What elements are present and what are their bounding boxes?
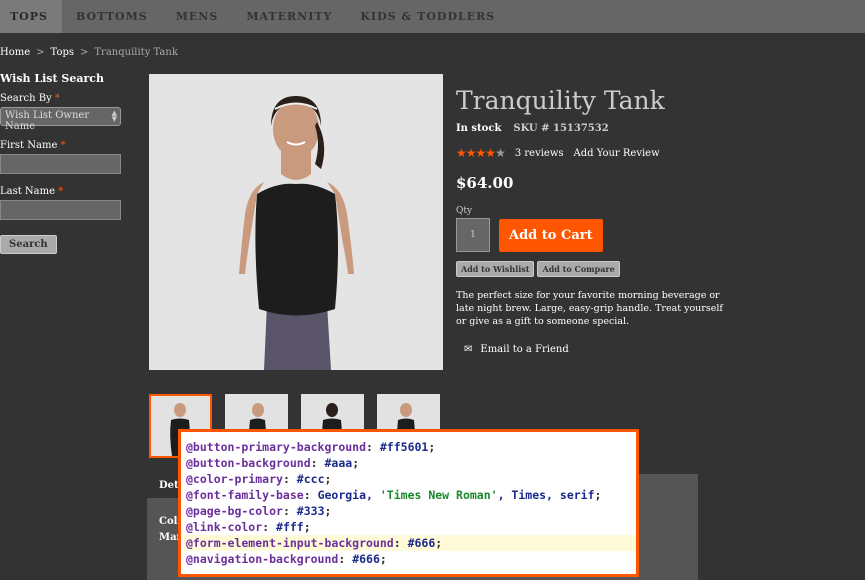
- nav-item-maternity[interactable]: MATERNITY: [232, 0, 346, 33]
- breadcrumb-separator: >: [80, 47, 89, 58]
- star-icon: ★: [456, 146, 467, 160]
- product-sku: SKU # 15137532: [513, 123, 609, 134]
- code-line: @link-color: #fff;: [186, 520, 311, 534]
- last-name-label: Last Name *: [0, 186, 64, 197]
- wishlist-search-sidebar: Wish List Search Search By * Wish List O…: [0, 72, 125, 254]
- search-button[interactable]: Search: [0, 235, 57, 254]
- nav-item-tops[interactable]: TOPS: [0, 0, 62, 33]
- email-friend-label: Email to a Friend: [480, 344, 569, 355]
- star-icon: ★: [485, 146, 496, 160]
- code-line: @color-primary: #ccc;: [186, 472, 332, 486]
- breadcrumb-tops[interactable]: Tops: [51, 47, 74, 58]
- star-icon: ★: [495, 146, 506, 160]
- nav-item-mens[interactable]: MENS: [162, 0, 233, 33]
- search-by-value: Wish List Owner Name: [5, 110, 90, 132]
- qty-label: Qty: [456, 206, 473, 216]
- star-icon: ★: [465, 146, 477, 160]
- search-by-select[interactable]: Wish List Owner Name ▲ ▼: [0, 107, 121, 132]
- add-to-wishlist-button[interactable]: Add to Wishlist: [456, 261, 535, 277]
- last-name-field[interactable]: [0, 200, 121, 220]
- breadcrumb-separator: >: [36, 47, 45, 58]
- code-line: @navigation-background: #666;: [186, 552, 387, 566]
- add-to-cart-button[interactable]: Add to Cart: [499, 218, 603, 252]
- product-price: $64.00: [456, 174, 514, 192]
- qty-input[interactable]: 1: [456, 218, 490, 252]
- search-by-label: Search By *: [0, 93, 60, 104]
- rating-row: ★ ★ ★ ★ ★ 3 reviews Add Your Review: [456, 146, 756, 160]
- add-review-link[interactable]: Add Your Review: [574, 148, 660, 159]
- code-line: @page-bg-color: #333;: [186, 504, 332, 518]
- product-title: Tranquility Tank: [456, 86, 665, 115]
- top-navigation: TOPS BOTTOMS MENS MATERNITY KIDS & TODDL…: [0, 0, 865, 33]
- code-line: @button-primary-background: #ff5601;: [186, 440, 436, 454]
- breadcrumb-current: Tranquility Tank: [94, 47, 178, 58]
- add-to-compare-button[interactable]: Add to Compare: [537, 261, 620, 277]
- code-line: @font-family-base: Georgia, 'Times New R…: [186, 488, 602, 502]
- nav-item-bottoms[interactable]: BOTTOMS: [62, 0, 162, 33]
- breadcrumb-home[interactable]: Home: [0, 47, 30, 58]
- email-friend-link[interactable]: ✉ Email to a Friend: [464, 344, 756, 355]
- code-line: @button-background: #aaa;: [186, 456, 360, 470]
- rating-stars: ★ ★ ★ ★ ★: [456, 146, 506, 160]
- code-line-highlighted: @form-element-input-background: #666;: [184, 535, 636, 551]
- product-description: The perfect size for your favorite morni…: [456, 290, 723, 327]
- breadcrumb: Home > Tops > Tranquility Tank: [0, 47, 178, 58]
- reviews-link[interactable]: 3 reviews: [515, 148, 564, 159]
- less-variables-overlay: @button-primary-background: #ff5601; @bu…: [178, 429, 639, 577]
- model-photo: [149, 74, 443, 370]
- stock-row: In stock SKU # 15137532: [456, 123, 756, 134]
- sidebar-title: Wish List Search: [0, 72, 104, 85]
- qty-row: 1 Add to Cart: [456, 218, 756, 252]
- secondary-actions: Add to Wishlist Add to Compare: [456, 261, 756, 277]
- product-info: Tranquility Tank In stock SKU # 15137532…: [456, 86, 756, 355]
- envelope-icon: ✉: [464, 344, 473, 355]
- star-icon: ★: [475, 146, 487, 160]
- select-arrows-icon: ▲ ▼: [111, 109, 117, 123]
- first-name-field[interactable]: [0, 154, 121, 174]
- stock-status: In stock: [456, 123, 502, 134]
- nav-item-kids-toddlers[interactable]: KIDS & TODDLERS: [346, 0, 509, 33]
- first-name-label: First Name *: [0, 140, 66, 151]
- product-main-image[interactable]: [149, 74, 443, 370]
